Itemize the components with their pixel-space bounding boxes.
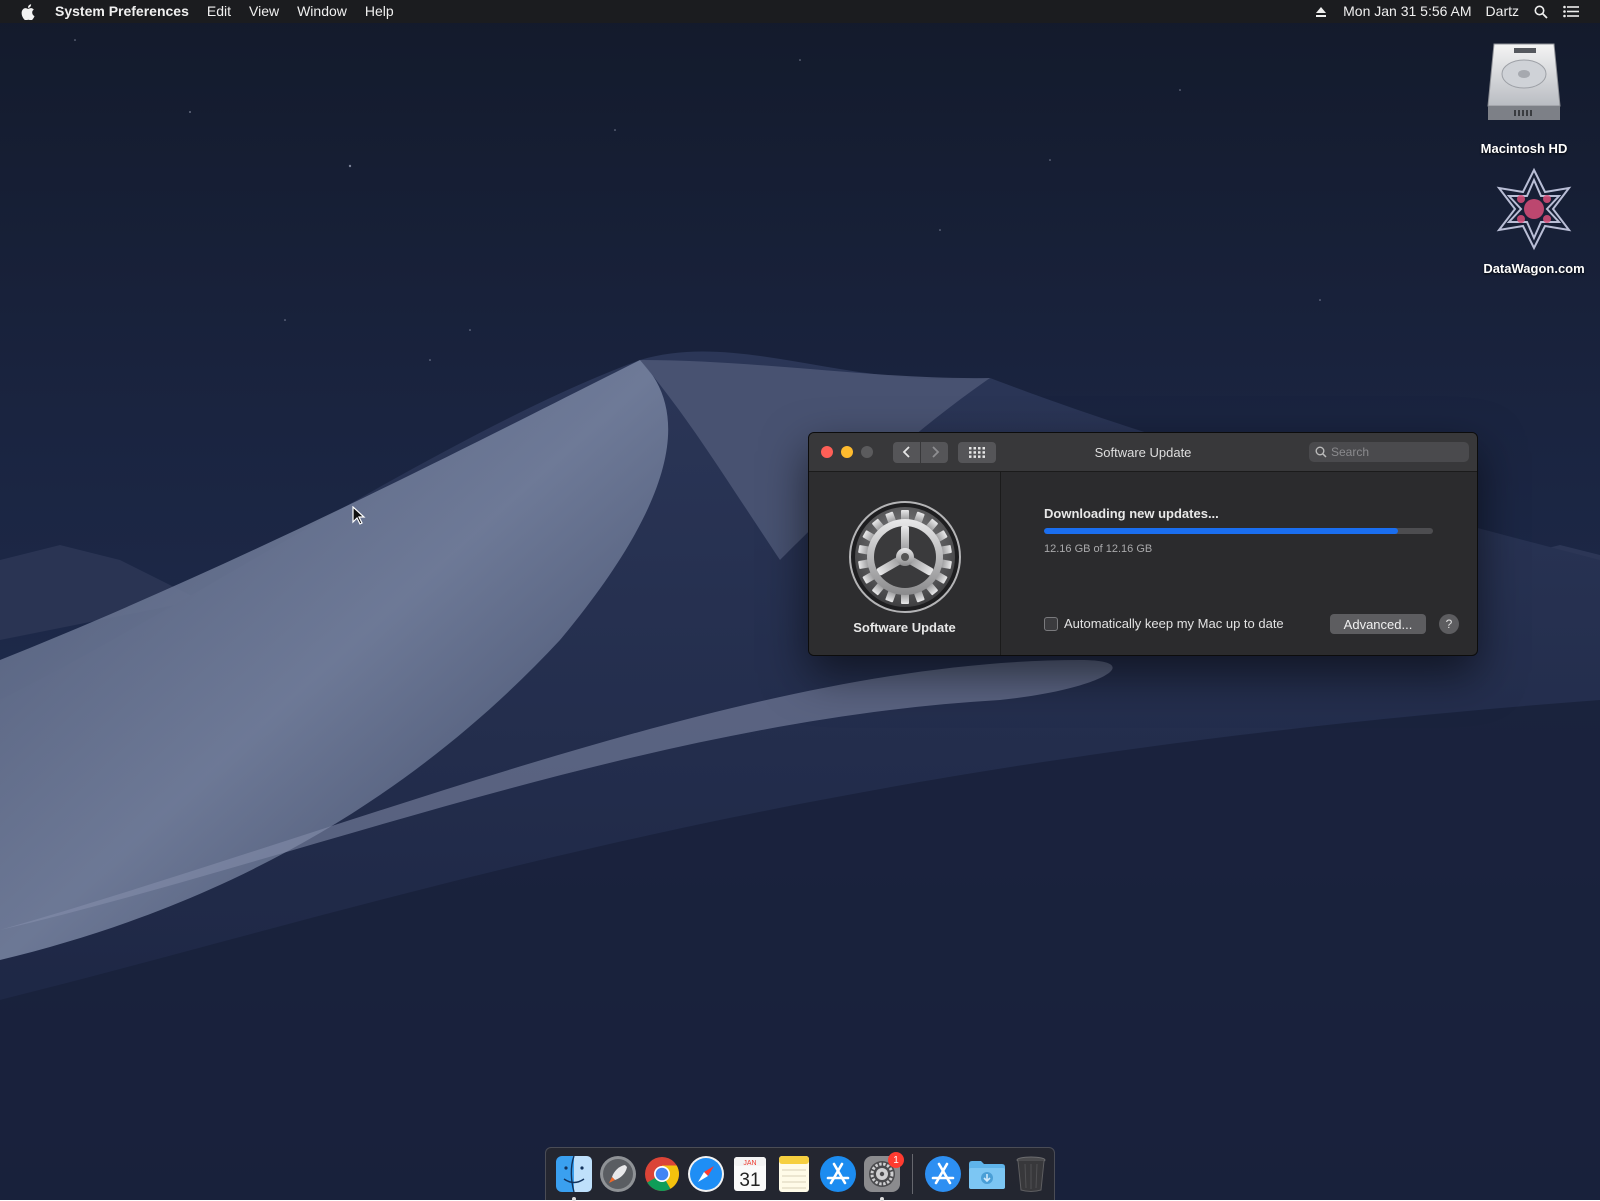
menu-help[interactable]: Help: [356, 0, 403, 23]
desktop-icon-label: DataWagon.com: [1483, 261, 1585, 276]
notification-center-icon[interactable]: [1556, 4, 1586, 20]
update-main-pane: Downloading new updates... 12.16 GB of 1…: [1001, 472, 1477, 655]
apple-menu-icon[interactable]: [20, 3, 36, 20]
download-progress-bar: [1044, 528, 1433, 534]
minimize-button[interactable]: [841, 446, 853, 458]
help-button[interactable]: ?: [1439, 614, 1459, 634]
chevron-right-icon: [931, 446, 939, 458]
hard-drive-icon: [1487, 43, 1561, 120]
notes-icon[interactable]: [774, 1154, 814, 1194]
running-indicator: [572, 1197, 576, 1201]
pane-name: Software Update: [853, 620, 956, 635]
back-button[interactable]: [893, 441, 920, 463]
desktop-icon-label: Macintosh HD: [1480, 141, 1568, 156]
dock-separator: [912, 1154, 913, 1194]
search-icon: [1315, 446, 1327, 458]
menu-view[interactable]: View: [240, 0, 288, 23]
grid-icon: [969, 446, 985, 458]
chevron-left-icon: [902, 446, 910, 458]
software-update-window: Software Update Search Software Update D…: [808, 432, 1478, 656]
close-button[interactable]: [821, 446, 833, 458]
download-size: 12.16 GB of 12.16 GB: [1044, 543, 1153, 555]
eject-icon[interactable]: [1306, 4, 1336, 20]
menu-user[interactable]: Dartz: [1479, 0, 1526, 23]
chrome-icon[interactable]: [642, 1154, 682, 1194]
downloads-folder-icon[interactable]: [967, 1154, 1007, 1194]
menu-clock[interactable]: Mon Jan 31 5:56 AM: [1336, 0, 1478, 23]
menu-edit[interactable]: Edit: [198, 0, 240, 23]
spotlight-search-icon[interactable]: [1526, 4, 1556, 20]
search-input[interactable]: [1331, 445, 1451, 459]
download-status: Downloading new updates...: [1044, 506, 1219, 521]
calendar-month: JAN: [743, 1160, 756, 1167]
datawagon-logo-icon: [1496, 167, 1572, 251]
forward-button[interactable]: [921, 441, 948, 463]
notification-badge: 1: [888, 1152, 904, 1168]
menu-window[interactable]: Window: [288, 0, 356, 23]
software-update-gear-icon: [848, 500, 962, 614]
menu-bar: System Preferences Edit View Window Help…: [0, 0, 1600, 23]
show-all-button[interactable]: [958, 441, 996, 463]
search-field[interactable]: [1309, 442, 1469, 462]
advanced-button[interactable]: Advanced...: [1330, 614, 1426, 634]
auto-update-row[interactable]: Automatically keep my Mac up to date: [1044, 616, 1284, 631]
finder-icon[interactable]: [554, 1154, 594, 1201]
auto-update-label[interactable]: Automatically keep my Mac up to date: [1064, 616, 1284, 631]
mouse-cursor-icon: [352, 506, 366, 525]
calendar-icon[interactable]: JAN 31: [730, 1154, 770, 1194]
app-store-icon[interactable]: [923, 1154, 963, 1194]
progress-fill: [1044, 528, 1398, 534]
desktop-icon-macintosh-hd[interactable]: Macintosh HD: [1464, 36, 1584, 156]
app-store-icon[interactable]: [818, 1154, 858, 1194]
launchpad-icon[interactable]: [598, 1154, 638, 1194]
dock: JAN 31 1: [545, 1147, 1055, 1201]
auto-update-checkbox[interactable]: [1044, 616, 1058, 631]
window-titlebar[interactable]: Software Update: [809, 433, 1477, 472]
running-indicator: [880, 1197, 884, 1201]
zoom-button[interactable]: [861, 446, 873, 458]
calendar-day: 31: [739, 1170, 760, 1191]
trash-icon[interactable]: [1011, 1154, 1051, 1194]
menu-app-name[interactable]: System Preferences: [46, 0, 198, 23]
desktop-icon-datawagon[interactable]: DataWagon.com: [1474, 166, 1594, 276]
pane-sidebar: Software Update: [809, 472, 1001, 655]
system-preferences-icon[interactable]: 1: [862, 1152, 904, 1201]
safari-icon[interactable]: [686, 1154, 726, 1194]
